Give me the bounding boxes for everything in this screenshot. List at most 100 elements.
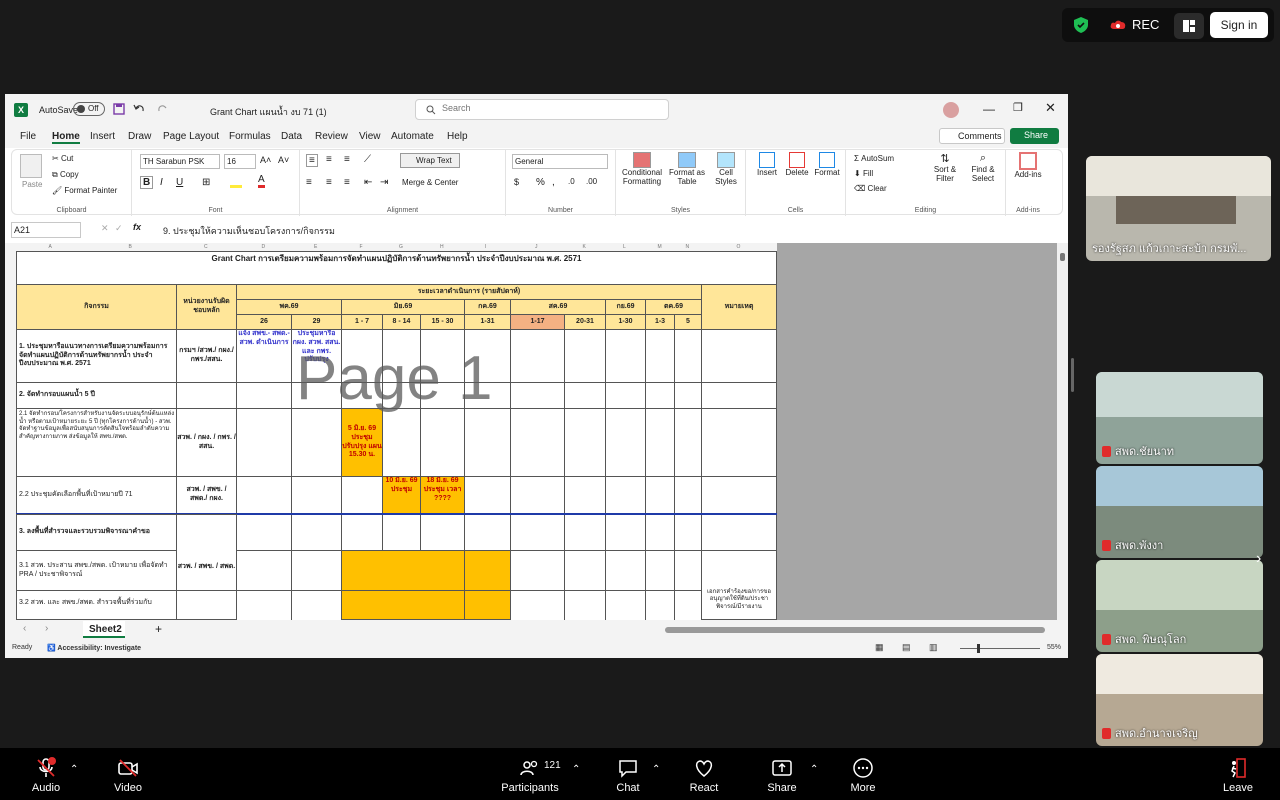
find-select-button[interactable]: ⌕ Find & Select <box>964 152 1002 183</box>
chat-button[interactable]: Chat <box>608 748 648 800</box>
page-break-view-icon[interactable]: ▥ <box>929 642 938 653</box>
participant-tile[interactable]: สพด.ชัยนาท <box>1096 372 1263 464</box>
format-cells-button[interactable]: Format <box>812 152 842 177</box>
file-title[interactable]: Grant Chart แผนน้ำ งบ 71 (1) <box>210 105 327 119</box>
cancel-icon[interactable]: ✕ <box>101 223 109 234</box>
increase-decimal-icon[interactable]: .0 <box>568 177 575 186</box>
share-button[interactable]: Share <box>1010 128 1059 144</box>
tab-draw[interactable]: Draw <box>128 131 151 142</box>
participants-button[interactable]: Participants <box>500 748 560 800</box>
column-header[interactable]: B <box>129 244 132 250</box>
name-box[interactable]: A21 <box>11 222 81 238</box>
accessibility-status[interactable]: ♿ Accessibility: Investigate <box>47 644 141 652</box>
format-as-table-button[interactable]: Format as Table <box>668 152 706 186</box>
share-options-icon[interactable]: ⌃ <box>810 764 818 775</box>
undo-icon[interactable] <box>133 103 145 115</box>
indent-icon[interactable]: ⇤ <box>364 177 372 188</box>
merge-center-button[interactable]: Merge & Center <box>402 178 458 187</box>
participant-tile[interactable]: สพด. พิษณุโลก <box>1096 560 1263 652</box>
tab-automate[interactable]: Automate <box>391 131 434 142</box>
page-layout-view-icon[interactable]: ▤ <box>902 642 911 653</box>
vertical-scrollbar[interactable] <box>1057 243 1068 620</box>
next-page-icon[interactable]: › <box>1256 550 1261 568</box>
comments-button[interactable]: Comments <box>939 128 1005 144</box>
column-header[interactable]: O <box>737 244 741 250</box>
percent-icon[interactable]: % <box>536 177 545 188</box>
video-button[interactable]: Video <box>106 748 150 800</box>
participant-tile[interactable]: รองรัฐสภ แก้วเกาะสะบ้า กรมพั... <box>1086 156 1271 261</box>
add-sheet-icon[interactable]: + <box>155 622 162 636</box>
accounting-icon[interactable]: $ <box>514 177 519 187</box>
font-color-icon[interactable]: A <box>258 175 265 188</box>
decrease-decimal-icon[interactable]: .00 <box>586 177 597 186</box>
react-button[interactable]: React <box>684 748 724 800</box>
tab-home[interactable]: Home <box>52 131 80 144</box>
horizontal-scrollbar[interactable] <box>665 627 1045 633</box>
align-right-icon[interactable]: ≡ <box>344 177 350 188</box>
paste-button[interactable]: Paste <box>22 180 42 189</box>
shield-icon[interactable] <box>1074 17 1088 33</box>
align-center-icon[interactable]: ≡ <box>326 177 332 188</box>
align-middle-icon[interactable]: ≡ <box>326 154 332 165</box>
tab-help[interactable]: Help <box>447 131 468 142</box>
tab-data[interactable]: Data <box>281 131 302 142</box>
participant-tile[interactable]: สพด.อำนาจเจริญ <box>1096 654 1263 746</box>
column-header[interactable]: G <box>399 244 403 250</box>
cut-button[interactable]: ✂ Cut <box>52 154 73 163</box>
conditional-formatting-button[interactable]: Conditional Formatting <box>620 152 664 186</box>
prev-sheet-icon[interactable]: ‹ <box>23 623 26 634</box>
sheet-tab[interactable]: Sheet2 <box>83 621 125 638</box>
outdent-icon[interactable]: ⇥ <box>380 177 388 188</box>
audio-options-icon[interactable]: ⌃ <box>70 764 78 775</box>
tab-file[interactable]: File <box>20 131 36 142</box>
enter-icon[interactable]: ✓ <box>115 223 123 234</box>
audio-button[interactable]: Audio <box>24 748 68 800</box>
italic-icon[interactable]: I <box>160 177 163 188</box>
column-header[interactable]: E <box>314 244 317 250</box>
orientation-icon[interactable]: ⟋ <box>364 154 371 165</box>
insert-cells-button[interactable]: Insert <box>752 152 782 177</box>
wrap-text-button[interactable]: Wrap Text <box>400 153 460 168</box>
tab-review[interactable]: Review <box>315 131 348 142</box>
column-header[interactable]: A <box>49 244 52 250</box>
align-top-icon[interactable]: ≡ <box>306 154 318 167</box>
column-header[interactable]: C <box>204 244 208 250</box>
tab-page-layout[interactable]: Page Layout <box>163 131 219 142</box>
column-header[interactable]: D <box>262 244 266 250</box>
zoom-thumb[interactable] <box>977 644 980 653</box>
scroll-thumb[interactable] <box>1060 253 1065 261</box>
leave-button[interactable]: Leave <box>1218 748 1258 800</box>
column-header[interactable]: M <box>658 244 662 250</box>
sheet-grid[interactable]: Grant Chart การเตรียมความพร้อมการจัดทำแผ… <box>16 251 777 620</box>
shrink-font-icon[interactable]: A˅ <box>278 155 289 165</box>
save-icon[interactable] <box>113 103 125 115</box>
borders-icon[interactable]: ⊞ <box>202 177 210 188</box>
zoom-slider[interactable] <box>960 648 1040 649</box>
fill-color-icon[interactable] <box>230 176 242 188</box>
sort-filter-button[interactable]: ⇅ Sort & Filter <box>928 152 962 183</box>
fx-icon[interactable]: fx <box>133 222 141 232</box>
copy-button[interactable]: ⧉ Copy <box>52 170 79 180</box>
clear-button[interactable]: ⌫ Clear <box>854 184 887 193</box>
format-painter-button[interactable]: 🖌 Format Painter <box>52 186 117 195</box>
column-header[interactable]: I <box>485 244 486 250</box>
column-header[interactable]: H <box>440 244 444 250</box>
chat-options-icon[interactable]: ⌃ <box>652 764 660 775</box>
comma-icon[interactable]: , <box>552 177 555 188</box>
align-left-icon[interactable]: ≡ <box>306 177 312 188</box>
paste-icon[interactable] <box>20 154 42 178</box>
column-header[interactable]: F <box>360 244 363 250</box>
column-header[interactable]: L <box>623 244 626 250</box>
bold-icon[interactable]: B <box>140 176 154 189</box>
normal-view-icon[interactable]: ▦ <box>875 642 884 653</box>
participants-options-icon[interactable]: ⌃ <box>572 764 580 775</box>
column-header[interactable]: K <box>583 244 586 250</box>
addins-button[interactable]: Add-ins <box>1010 152 1046 179</box>
avatar[interactable] <box>943 102 959 118</box>
cell-styles-button[interactable]: Cell Styles <box>708 152 744 186</box>
tab-view[interactable]: View <box>359 131 381 142</box>
minimize-icon[interactable]: — <box>983 102 995 116</box>
grow-font-icon[interactable]: A˄ <box>260 155 271 165</box>
column-header[interactable]: J <box>535 244 538 250</box>
layout-button[interactable] <box>1174 13 1204 39</box>
